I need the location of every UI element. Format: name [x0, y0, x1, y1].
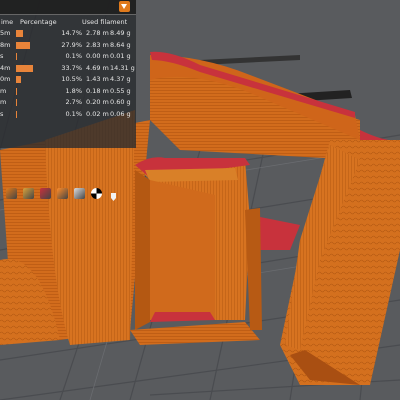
percentage-header: Percentage	[20, 18, 57, 26]
color-icon[interactable]	[57, 188, 68, 199]
legend-percentage: 0.1%	[65, 52, 82, 60]
legend-percentage: 2.7%	[65, 98, 82, 106]
percentage-bar	[16, 99, 18, 106]
legend-length: 2.78 m	[86, 29, 109, 37]
legend-row: 0m 10.5% 1.43 m 4.37 g	[0, 74, 136, 85]
legend-weight: 0.60 g	[110, 98, 131, 106]
legend-weight: 0.01 g	[110, 52, 131, 60]
legend-percentage: 0.1%	[65, 109, 82, 118]
legend-time: m	[0, 98, 7, 106]
checker-icon[interactable]	[91, 188, 102, 199]
legend-weight: 14.31 g	[110, 63, 135, 72]
percentage-bar	[16, 64, 33, 72]
legend-panel: ime Percentage Used filament 5m 14.7% 2.78…	[0, 0, 136, 148]
percentage-bar	[16, 76, 22, 83]
legend-length: 2.83 m	[86, 40, 109, 49]
feature-type-icon[interactable]	[40, 188, 51, 199]
legend-length: 0.20 m	[86, 98, 109, 106]
legend-weight: 8.49 g	[110, 29, 131, 37]
tool-icon[interactable]	[74, 188, 85, 199]
legend-weight: 0.55 g	[110, 86, 131, 95]
legend-length: 4.69 m	[86, 63, 109, 72]
legend-percentage: 33.7%	[61, 63, 82, 72]
legend-percentage: 10.5%	[61, 75, 82, 83]
percentage-bar	[16, 30, 24, 37]
layer-marker-icon[interactable]	[108, 188, 119, 201]
legend-row: s 0.1% 0.02 m 0.06 g	[0, 109, 136, 120]
legend-time: m	[0, 86, 7, 95]
legend-percentage: 14.7%	[61, 29, 82, 37]
legend-time: 5m	[0, 29, 11, 37]
legend-row: 5m 14.7% 2.78 m 8.49 g	[0, 28, 136, 39]
legend-row: m 2.7% 0.20 m 0.60 g	[0, 97, 136, 108]
legend-time: s	[0, 52, 4, 60]
legend-percentage: 1.8%	[65, 86, 82, 95]
legend-weight: 0.06 g	[110, 109, 131, 118]
legend-row: s 0.1% 0.00 m 0.01 g	[0, 51, 136, 62]
legend-row: 4m 33.7% 4.69 m 14.31 g	[0, 63, 136, 74]
legend-percentage: 27.9%	[61, 40, 82, 49]
legend-time: s	[0, 109, 4, 118]
legend-length: 0.02 m	[86, 109, 109, 118]
legend-weight: 8.64 g	[110, 40, 131, 49]
used-filament-header: Used filament	[82, 18, 128, 26]
legend-length: 1.43 m	[86, 75, 109, 83]
legend-row: 8m 27.9% 2.83 m 8.64 g	[0, 40, 136, 51]
legend-time: 4m	[0, 63, 11, 72]
view-type-dropdown[interactable]	[0, 0, 136, 15]
percentage-bar	[16, 87, 17, 95]
chevron-down-icon[interactable]	[119, 1, 130, 12]
rotate-icon[interactable]	[23, 188, 34, 199]
legend-length: 0.18 m	[86, 86, 109, 95]
legend-time: 8m	[0, 40, 11, 49]
time-header: ime	[1, 18, 14, 26]
legend-length: 0.00 m	[86, 52, 109, 60]
percentage-bar	[16, 41, 31, 49]
legend-row: m 1.8% 0.18 m 0.55 g	[0, 86, 136, 97]
legend-time: 0m	[0, 75, 11, 83]
percentage-bar	[16, 53, 17, 60]
percentage-bar	[16, 110, 17, 118]
legend-weight: 4.37 g	[110, 75, 131, 83]
move-icon[interactable]	[6, 188, 17, 199]
view-toolbar	[0, 186, 130, 202]
